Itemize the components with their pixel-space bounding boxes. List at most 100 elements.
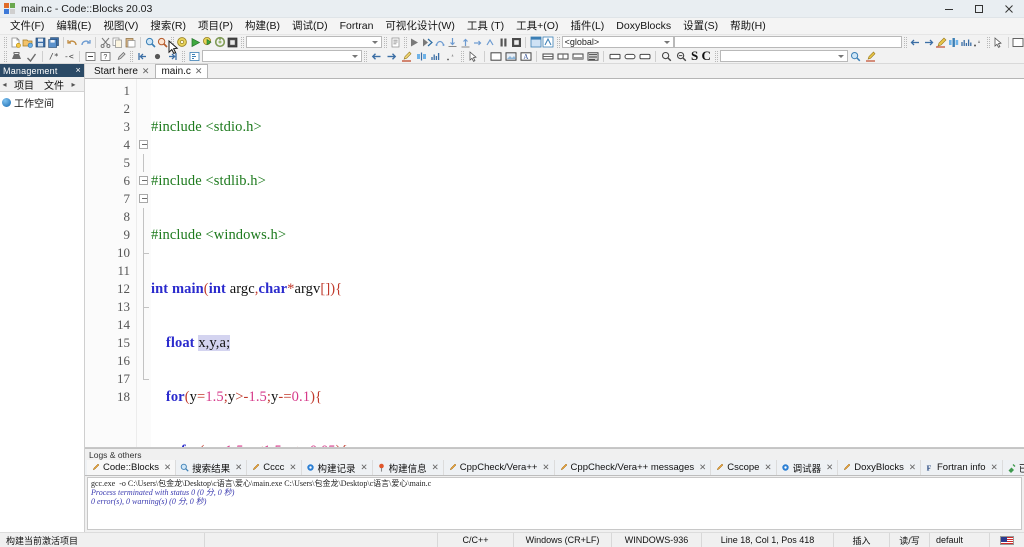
- log-tab-cccc[interactable]: Cccc ✕: [247, 460, 302, 475]
- close-button[interactable]: [994, 0, 1024, 18]
- build-target-combo[interactable]: [246, 36, 382, 48]
- build-output[interactable]: gcc.exe -o C:\Users\包金龙\Desktop\c语言\爱心\m…: [87, 477, 1022, 530]
- tree-item-workspace[interactable]: 工作空间: [2, 95, 82, 110]
- menu-edit[interactable]: 编辑(E): [50, 19, 97, 34]
- code-editor[interactable]: 1 2 3 4 5 6 7 8 9 10 11 12 13 14 15 16 1: [85, 79, 1024, 448]
- toolbar-grip-10[interactable]: [130, 50, 133, 62]
- build-icon[interactable]: [176, 36, 189, 49]
- cccc-icon[interactable]: [9, 50, 24, 63]
- editor-tab-start-here[interactable]: Start here ✕: [88, 64, 155, 78]
- toolbar-grip-11[interactable]: [182, 50, 185, 62]
- build-and-run-icon[interactable]: [201, 36, 214, 49]
- log-tab-cscope[interactable]: Cscope ✕: [711, 460, 777, 475]
- zoom-in-icon[interactable]: [659, 50, 674, 63]
- toolbar-grip-9[interactable]: [4, 50, 7, 62]
- log-tab-fortran-info[interactable]: F Fortran info ✕: [921, 460, 1003, 475]
- close-icon[interactable]: ✕: [699, 462, 706, 473]
- sc-label[interactable]: S C: [689, 48, 713, 64]
- comment-block-icon[interactable]: /*: [46, 50, 61, 63]
- menu-plugins[interactable]: 插件(L): [564, 19, 610, 34]
- breakpoint-dot-icon[interactable]: [150, 50, 165, 63]
- close-icon[interactable]: ✕: [195, 66, 203, 77]
- close-icon[interactable]: ✕: [235, 462, 242, 473]
- asterisk-icon[interactable]: [444, 50, 459, 63]
- find-icon[interactable]: [144, 36, 157, 49]
- redo-icon[interactable]: [79, 36, 92, 49]
- debug-pause-icon[interactable]: [497, 36, 510, 49]
- toolbar-grip-14[interactable]: [714, 50, 718, 62]
- rebuild-icon[interactable]: [214, 36, 227, 49]
- menu-tools-plus[interactable]: 工具+(O): [510, 19, 564, 34]
- menu-tools[interactable]: 工具 (T): [461, 19, 510, 34]
- menu-wxsmith[interactable]: 可视化设计(W): [379, 19, 460, 34]
- threadsearch-options-icon[interactable]: [863, 50, 878, 63]
- save-all-icon[interactable]: [47, 36, 60, 49]
- toolbar-grip-6[interactable]: [556, 36, 560, 48]
- toolbar-grip[interactable]: [4, 36, 7, 48]
- copy-icon[interactable]: [111, 36, 124, 49]
- close-icon[interactable]: ✕: [991, 462, 998, 473]
- menu-search[interactable]: 搜索(R): [144, 19, 192, 34]
- menu-help[interactable]: 帮助(H): [724, 19, 772, 34]
- new-file-icon[interactable]: [9, 36, 22, 49]
- log-tab-debugger[interactable]: 调试器 ✕: [777, 460, 839, 475]
- mirror-icon[interactable]: [414, 50, 429, 63]
- menu-debug[interactable]: 调试(D): [286, 19, 334, 34]
- tabs-scroll-right-icon[interactable]: ▸: [69, 80, 78, 89]
- wx-round-button-icon[interactable]: [622, 50, 637, 63]
- tabs-scroll-left-icon[interactable]: ◂: [0, 80, 9, 89]
- debug-continue-icon[interactable]: [409, 36, 422, 49]
- minimize-button[interactable]: [934, 0, 964, 18]
- menu-doxyblocks[interactable]: DoxyBlocks: [610, 19, 677, 34]
- abort-build-icon[interactable]: [227, 36, 240, 49]
- next-bookmark-icon[interactable]: [384, 50, 399, 63]
- toolbar-grip-2[interactable]: [171, 36, 175, 48]
- various-info-icon[interactable]: [542, 36, 555, 49]
- bars-icon[interactable]: [429, 50, 444, 63]
- wx-image-icon[interactable]: [503, 50, 518, 63]
- code-text[interactable]: #include <stdio.h> #include <stdlib.h> #…: [151, 79, 1024, 447]
- menu-settings[interactable]: 设置(S): [677, 19, 724, 34]
- toolbar-grip-13[interactable]: [461, 50, 464, 62]
- wxsmith-panel-icon[interactable]: [1012, 36, 1024, 49]
- doxyblocks-block-icon[interactable]: [83, 50, 98, 63]
- close-icon[interactable]: ×: [76, 66, 81, 75]
- wx-list-icon[interactable]: [585, 50, 600, 63]
- debug-windows-icon[interactable]: [529, 36, 542, 49]
- toolbar-grip-7[interactable]: [904, 36, 908, 48]
- threadsearch-find-icon[interactable]: [848, 50, 863, 63]
- wx-box-icon[interactable]: [637, 50, 652, 63]
- cppcheck-icon[interactable]: [24, 50, 39, 63]
- close-icon[interactable]: ✕: [909, 462, 916, 473]
- fold-margin[interactable]: [137, 79, 151, 447]
- log-tab-build-messages[interactable]: 构建信息 ✕: [373, 460, 444, 475]
- log-tab-codeblocks[interactable]: Code::Blocks ✕: [87, 460, 177, 475]
- threadsearch-combo[interactable]: [719, 50, 848, 62]
- fortran-combo[interactable]: [202, 50, 362, 62]
- symbol-combo[interactable]: [673, 36, 903, 48]
- wx-panel-icon[interactable]: [488, 50, 503, 63]
- close-icon[interactable]: ✕: [164, 462, 171, 473]
- close-icon[interactable]: ✕: [289, 462, 296, 473]
- paste-icon[interactable]: [124, 36, 137, 49]
- more-icon[interactable]: [972, 36, 985, 49]
- close-icon[interactable]: ✕: [432, 462, 439, 473]
- debug-run-to-cursor-icon[interactable]: [421, 36, 434, 49]
- toolbar-grip-3[interactable]: [241, 36, 245, 48]
- close-icon[interactable]: ✕: [361, 462, 368, 473]
- fold-toggle-line-4[interactable]: [137, 136, 151, 154]
- toolbar-grip-12[interactable]: [364, 50, 367, 62]
- log-tab-cppcheck[interactable]: CppCheck/Vera++ ✕: [444, 460, 555, 475]
- goto-next-icon[interactable]: [165, 50, 180, 63]
- undo-icon[interactable]: [67, 36, 80, 49]
- debug-next-instruction-icon[interactable]: [472, 36, 485, 49]
- debug-next-line-icon[interactable]: [434, 36, 447, 49]
- menu-build[interactable]: 构建(B): [239, 19, 286, 34]
- debug-stop-icon[interactable]: [510, 36, 523, 49]
- save-file-icon[interactable]: [34, 36, 47, 49]
- toolbar-grip-4[interactable]: [383, 36, 387, 48]
- close-icon[interactable]: ✕: [764, 462, 771, 473]
- back-nav-icon[interactable]: [909, 36, 922, 49]
- run-icon[interactable]: [189, 36, 202, 49]
- wx-grid-icon[interactable]: [570, 50, 585, 63]
